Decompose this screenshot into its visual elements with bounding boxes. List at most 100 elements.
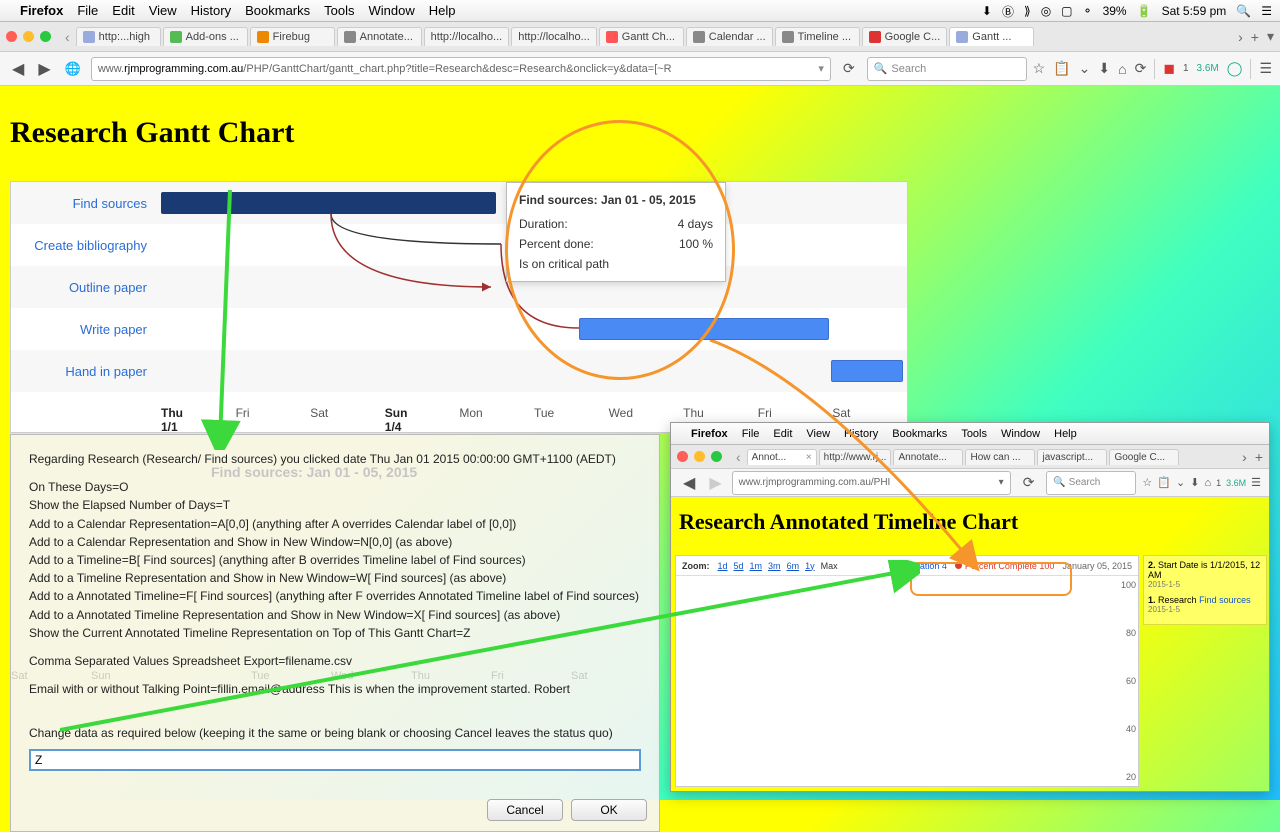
dropdown-icon[interactable]: ▾ xyxy=(818,62,824,75)
inset-tab-3[interactable]: How can ... xyxy=(965,449,1035,465)
menu-tools[interactable]: Tools xyxy=(961,428,987,440)
gantt-row-create-bibliography[interactable]: Create bibliography xyxy=(11,224,907,266)
zoom-window-icon[interactable] xyxy=(711,451,722,462)
menu-window[interactable]: Window xyxy=(1001,428,1040,440)
forward-button[interactable]: ▶ xyxy=(34,59,54,79)
downloads-icon[interactable]: ⬇ xyxy=(1098,60,1110,77)
tab-2[interactable]: Firebug xyxy=(250,27,335,46)
zoom-window-icon[interactable] xyxy=(40,31,51,42)
forward-button[interactable]: ▶ xyxy=(705,473,725,493)
bookmark-star-icon[interactable]: ☆ xyxy=(1142,476,1152,489)
tab-list-icon[interactable]: ▾ xyxy=(1267,28,1274,45)
inset-tab-1[interactable]: http://www.rj... xyxy=(819,449,892,465)
menu-view[interactable]: View xyxy=(149,3,177,18)
window-controls[interactable] xyxy=(6,31,51,42)
tab-1[interactable]: Add-ons ... xyxy=(163,27,248,46)
app-name[interactable]: Firefox xyxy=(691,428,728,440)
tab-7[interactable]: Calendar ... xyxy=(686,27,773,46)
inset-tab-4[interactable]: javascript... xyxy=(1037,449,1107,465)
annotation-item[interactable]: 2. Start Date is 1/1/2015, 12 AM 2015-1-… xyxy=(1148,560,1262,589)
minimize-window-icon[interactable] xyxy=(23,31,34,42)
close-window-icon[interactable] xyxy=(677,451,688,462)
tab-3[interactable]: Annotate... xyxy=(337,27,422,46)
gantt-bar[interactable] xyxy=(161,192,496,214)
close-tab-icon[interactable]: × xyxy=(806,452,812,463)
menu-bookmarks[interactable]: Bookmarks xyxy=(245,3,310,18)
tab-0[interactable]: http:...high xyxy=(76,27,161,46)
zoom-1y[interactable]: 1y xyxy=(805,561,815,571)
close-window-icon[interactable] xyxy=(6,31,17,42)
zoom-max[interactable]: Max xyxy=(821,561,838,571)
tab-scroll-right-icon[interactable]: › xyxy=(1238,29,1243,45)
inset-tab-5[interactable]: Google C... xyxy=(1109,449,1179,465)
menu-file[interactable]: File xyxy=(742,428,760,440)
menu-tools[interactable]: Tools xyxy=(324,3,354,18)
battery-icon[interactable]: 🔋 xyxy=(1137,4,1152,18)
menu-extras-icon[interactable]: ☰ xyxy=(1261,4,1272,18)
site-identity-icon[interactable]: 🌐 xyxy=(61,61,85,77)
url-bar[interactable]: www.rjmprogramming.com.au/PHP/GanttChart… xyxy=(91,57,831,81)
cancel-button[interactable]: Cancel xyxy=(487,799,563,821)
menu-history[interactable]: History xyxy=(191,3,231,18)
menu-help[interactable]: Help xyxy=(1054,428,1077,440)
zoom-6m[interactable]: 6m xyxy=(787,561,800,571)
inset-url-bar[interactable]: www.rjmprogramming.com.au/PHI▾ xyxy=(732,471,1011,495)
new-tab-icon[interactable]: + xyxy=(1255,449,1263,465)
zoom-5d[interactable]: 5d xyxy=(734,561,744,571)
tab-8[interactable]: Timeline ... xyxy=(775,27,860,46)
gantt-row-write-paper[interactable]: Write paper xyxy=(11,308,907,350)
status-b-icon[interactable]: Ⓑ xyxy=(1002,3,1014,20)
tab-4[interactable]: http://localho... xyxy=(424,27,510,46)
gantt-row-outline-paper[interactable]: Outline paper xyxy=(11,266,907,308)
new-tab-icon[interactable]: + xyxy=(1251,29,1259,45)
menu-bookmarks[interactable]: Bookmarks xyxy=(892,428,947,440)
tab-scroll-left-icon[interactable]: ‹ xyxy=(732,449,745,465)
hamburger-icon[interactable]: ☰ xyxy=(1259,60,1272,77)
search-bar[interactable]: 🔍 Search xyxy=(867,57,1027,81)
home-icon[interactable]: ⌂ xyxy=(1118,61,1126,77)
menu-view[interactable]: View xyxy=(806,428,830,440)
status-bars-icon[interactable]: ⟫ xyxy=(1024,4,1031,18)
inset-tab-2[interactable]: Annotate... xyxy=(893,449,963,465)
hamburger-icon[interactable]: ☰ xyxy=(1251,476,1261,489)
reload-button[interactable]: ⟳ xyxy=(1017,474,1041,491)
menu-edit[interactable]: Edit xyxy=(773,428,792,440)
gantt-row-hand-in-paper[interactable]: Hand in paper xyxy=(11,350,907,392)
back-button[interactable]: ◀ xyxy=(679,473,699,493)
menu-window[interactable]: Window xyxy=(369,3,415,18)
timeline-annotations-list[interactable]: 2. Start Date is 1/1/2015, 12 AM 2015-1-… xyxy=(1143,555,1267,625)
download-icon[interactable]: ⬇ xyxy=(982,4,992,18)
tab-10[interactable]: Gantt ... xyxy=(949,27,1034,46)
spotlight-icon[interactable]: 🔍 xyxy=(1236,4,1251,18)
zoom-1d[interactable]: 1d xyxy=(718,561,728,571)
downloads-icon[interactable]: ⬇ xyxy=(1190,476,1199,489)
gantt-bar[interactable] xyxy=(831,360,903,382)
ok-button[interactable]: OK xyxy=(571,799,647,821)
tab-9[interactable]: Google C... xyxy=(862,27,948,46)
inset-tab-0[interactable]: Annot...× xyxy=(747,449,817,465)
gantt-bar[interactable] xyxy=(579,318,829,340)
menu-edit[interactable]: Edit xyxy=(112,3,134,18)
tab-5[interactable]: http://localho... xyxy=(511,27,597,46)
pocket-icon[interactable]: ⌄ xyxy=(1176,476,1185,489)
pocket-icon[interactable]: ⌄ xyxy=(1079,60,1091,77)
annotation-item[interactable]: 1. Research Find sources 2015-1-5 xyxy=(1148,595,1262,614)
tab-scroll-left-icon[interactable]: ‹ xyxy=(61,29,74,45)
clock[interactable]: Sat 5:59 pm xyxy=(1162,4,1227,18)
menu-file[interactable]: File xyxy=(77,3,98,18)
zoom-1m[interactable]: 1m xyxy=(750,561,763,571)
back-button[interactable]: ◀ xyxy=(8,59,28,79)
status-target-icon[interactable]: ◎ xyxy=(1041,4,1051,18)
clipboard-icon[interactable]: 📋 xyxy=(1157,476,1171,489)
bookmark-star-icon[interactable]: ☆ xyxy=(1033,60,1046,77)
tab-scroll-right-icon[interactable]: › xyxy=(1242,449,1247,465)
ghostery-icon[interactable]: ◯ xyxy=(1227,60,1243,77)
reload-button[interactable]: ⟳ xyxy=(837,60,861,77)
zoom-3m[interactable]: 3m xyxy=(768,561,781,571)
prompt-input[interactable] xyxy=(29,749,641,771)
home-icon[interactable]: ⌂ xyxy=(1204,477,1211,489)
menu-help[interactable]: Help xyxy=(429,3,456,18)
gantt-row-find-sources[interactable]: Find sources xyxy=(11,182,907,224)
gantt-chart[interactable]: Find sources Create bibliography Outline… xyxy=(10,181,908,433)
clipboard-icon[interactable]: 📋 xyxy=(1053,60,1070,77)
